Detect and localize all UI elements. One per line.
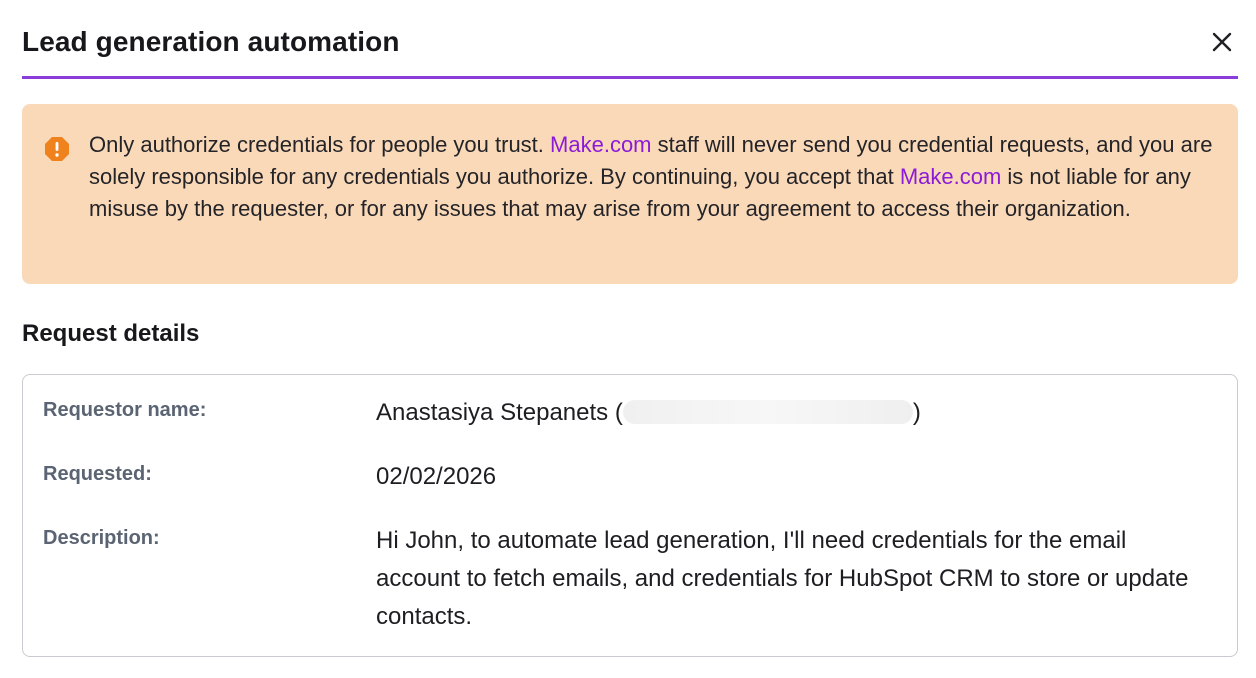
requestor-label: Requestor name: bbox=[43, 399, 207, 421]
warning-text: Only authorize credentials for people yo… bbox=[89, 129, 1219, 225]
request-details-heading: Request details bbox=[22, 320, 200, 347]
dialog-title: Lead generation automation bbox=[22, 26, 400, 57]
description-label: Description: bbox=[43, 527, 160, 549]
requestor-value: Anastasiya Stepanets () bbox=[376, 394, 921, 432]
make-com-link[interactable]: Make.com bbox=[550, 132, 651, 157]
warning-text-part-1: Only authorize credentials for people yo… bbox=[89, 132, 551, 157]
warning-icon bbox=[45, 137, 69, 161]
requestor-name: Anastasiya Stepanets ( bbox=[376, 399, 623, 426]
requestor-close-paren: ) bbox=[912, 399, 921, 426]
description-text: Hi John, to automate lead generation, I'… bbox=[376, 527, 1189, 630]
requested-date: 02/02/2026 bbox=[376, 463, 497, 490]
warning-banner: Only authorize credentials for people yo… bbox=[22, 104, 1238, 284]
close-button[interactable] bbox=[1208, 28, 1236, 56]
redacted-email bbox=[622, 400, 913, 424]
close-icon bbox=[1212, 32, 1232, 52]
dialog-header: Lead generation automation bbox=[22, 0, 1238, 79]
make-com-link-2[interactable]: Make.com bbox=[900, 164, 1001, 189]
requested-label: Requested: bbox=[43, 463, 152, 485]
request-details-card: Requestor name: Anastasiya Stepanets () … bbox=[22, 374, 1238, 657]
